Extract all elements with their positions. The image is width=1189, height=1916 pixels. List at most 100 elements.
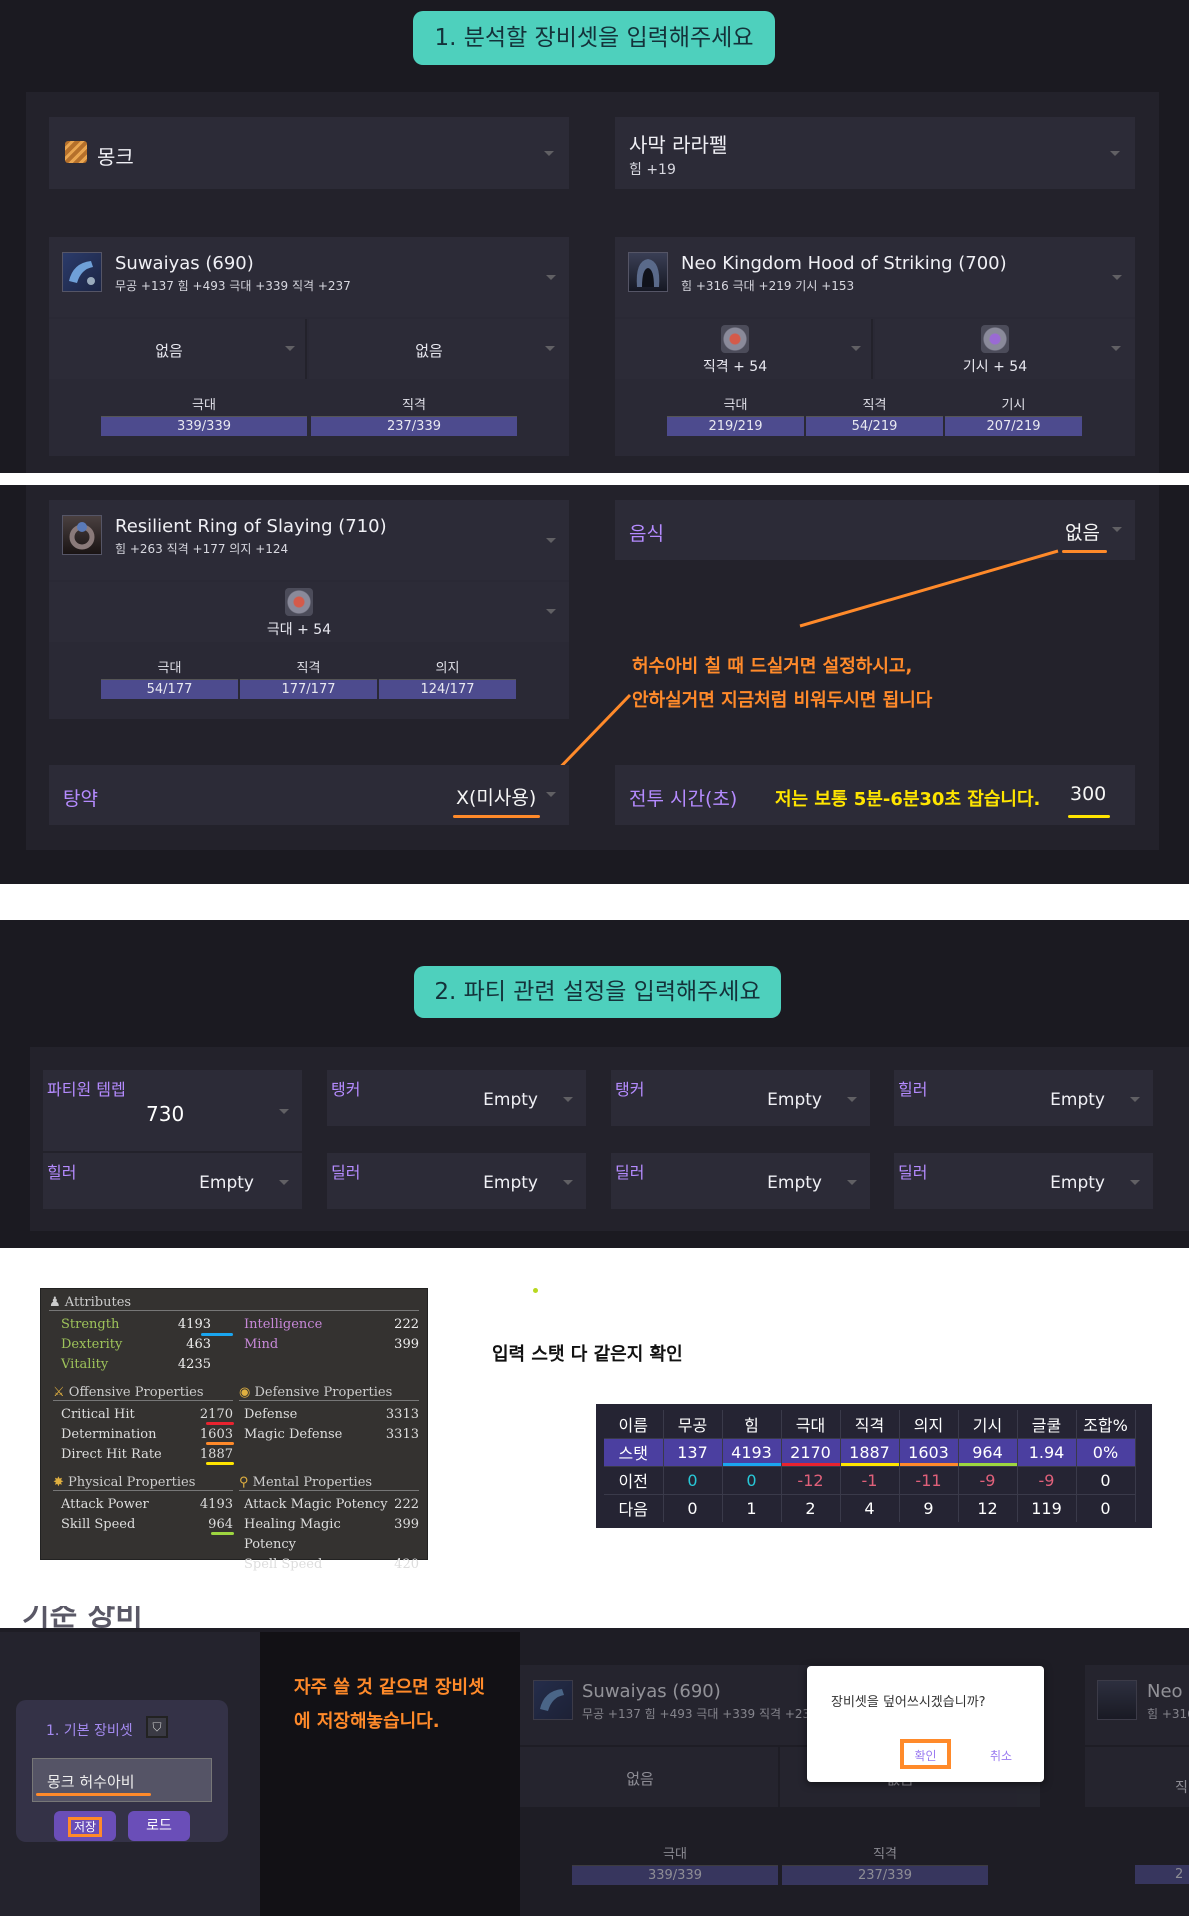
mental-header: ⚲ Mental Properties [239,1475,419,1491]
battle-time-field[interactable]: 전투 시간(초) 저는 보통 5분-6분30초 잡습니다. 300 [615,765,1135,825]
party-item-level-value: 730 [146,1102,185,1126]
table-cell: 119 [1017,1493,1077,1522]
party-slot-select[interactable]: 딜러 Empty [327,1153,586,1209]
potion-select[interactable]: 탕약 X(미사용) [49,765,569,825]
battle-time-label: 전투 시간(초) [629,788,738,810]
weapon-select[interactable]: Suwaiyas (690) 무공 +137 힘 +493 극대 +339 직격… [49,237,569,317]
chevron-down-icon [851,346,861,352]
offensive-header: ⚔ Offensive Properties [53,1385,233,1401]
table-cell: 0 [1076,1493,1136,1522]
fade-overlay [0,1628,1189,1632]
party-slot-value: Empty [767,1090,822,1110]
gear-set-title: 1. 기본 장비셋 [46,1723,133,1739]
materia-icon [981,325,1009,353]
head-name: Neo K [1147,1681,1189,1702]
stat-row: Defense 3313 [244,1407,419,1422]
stat-label: 극대 [572,1845,778,1866]
head-select[interactable]: Neo K 힘 +316 [1085,1665,1189,1745]
chevron-down-icon [847,1097,857,1103]
defensive-rows: Defense 3313 Magic Defense 3313 [244,1405,419,1445]
stat-cap-crit: 극대 219/219 [667,396,804,436]
save-button[interactable]: 저장 [54,1811,116,1841]
job-select[interactable]: 몽크 [49,117,569,189]
party-slot-select[interactable]: 힐러 Empty [43,1153,302,1209]
chevron-down-icon [847,1180,857,1186]
party-slot-select[interactable]: 딜러 Empty [611,1153,870,1209]
section4-note-area [260,1628,520,1916]
stat-row: Healing Magic Potency 399 [244,1517,419,1552]
head-name: Neo Kingdom Hood of Striking (700) [681,253,1007,274]
dialog-confirm-button[interactable]: 확인 [900,1739,951,1769]
meld-value: 직격 + 54 [702,359,768,375]
meld-slot-1[interactable]: 없음 [520,1747,778,1807]
table-cell: 이전 [604,1465,664,1494]
stat-cap-crit: 극대 339/339 [101,396,307,436]
stat-cap-dh: 직격 237/339 [782,1845,988,1885]
overwrite-dialog: 장비셋을 덮어쓰시겠습니까? 확인 취소 [807,1666,1044,1782]
table-cell: 1 [722,1493,782,1522]
dialog-message: 장비셋을 덮어쓰시겠습니까? [831,1695,986,1710]
attr-row: Dexterity 463 [61,1337,211,1352]
offensive-rows: Critical Hit 2170 Determination 1603 Direc… [61,1405,233,1465]
meld-slot-2[interactable]: 기시 + 54 [875,319,1135,379]
stat-label: 기시 [945,396,1082,417]
table-cell: 0 [1076,1465,1136,1494]
table-cell: -9 [1017,1465,1077,1494]
table-cell: 극대 [781,1410,841,1438]
head-select[interactable]: Neo Kingdom Hood of Striking (700) 힘 +31… [615,237,1135,317]
attributes-label: Attributes [64,1295,132,1310]
table-cell: 4 [840,1493,900,1522]
race-select[interactable]: 사막 라라펠 힘 +19 [615,117,1135,189]
table-cell: 힘 [722,1410,782,1438]
table-cell: 1887 [840,1437,900,1466]
chevron-down-icon [1130,1180,1140,1186]
defensive-header: ◉ Defensive Properties [239,1385,419,1401]
party-slot-select[interactable]: 탱커 Empty [327,1070,586,1126]
strength-underline [201,1333,233,1336]
table-cell: 다음 [604,1493,664,1522]
table-cell: 12 [958,1493,1018,1522]
physical-rows: Attack Power 4193 Skill Speed 964 [61,1495,233,1535]
meld-slot-1[interactable]: 직격 + 54 [615,319,873,379]
chevron-down-icon [545,346,555,352]
meld-slot[interactable]: 직 [1085,1747,1189,1807]
materia-icon [721,325,749,353]
stat-row: Spell Speed 420 [244,1557,419,1572]
stat-cap-sks: 기시 207/219 [945,396,1082,436]
party-slot-select[interactable]: 딜러 Empty [894,1153,1153,1209]
table-cell: 964 [958,1437,1018,1466]
table-cell: 1603 [899,1437,959,1466]
meld-value: 없음 [415,342,443,360]
gear-set-badge-icon: ⛉ [146,1716,168,1738]
attr-right: Intelligence 222 Mind 399 [244,1315,419,1355]
dialog-cancel-button[interactable]: 취소 [990,1747,1012,1764]
chevron-down-icon [546,275,556,281]
annotation-note-line1: 허수아비 칠 때 드실거면 설정하시고, [632,656,913,677]
table-cell: -1 [840,1465,900,1494]
meld-value: 기시 + 54 [962,359,1028,375]
job-name: 몽크 [97,145,134,169]
physical-header: ✸ Physical Properties [53,1475,233,1491]
party-slot-select[interactable]: 탱커 Empty [611,1070,870,1126]
meld-slot-1[interactable]: 없음 [49,319,307,379]
chevron-down-icon [1112,275,1122,281]
save-note-line1: 자주 쓸 것 같으면 장비셋 [294,1677,485,1698]
head-block-faded: Neo K 힘 +316 직 2 [1085,1665,1189,1905]
weapon-name: Suwaiyas (690) [582,1681,721,1702]
det-underline [206,1442,234,1445]
chevron-down-icon [1110,151,1120,157]
party-slot-value: Empty [483,1090,538,1110]
dialog-confirm-label: 확인 [914,1749,937,1763]
party-slot-select[interactable]: 힐러 Empty [894,1070,1153,1126]
table-cell: 0 [663,1493,723,1522]
weapon-block: Suwaiyas (690) 무공 +137 힘 +493 극대 +339 직격… [49,237,569,456]
table-cell: 스탯 [604,1437,664,1466]
meld-slot-2[interactable]: 없음 [309,319,569,379]
table-cell: 기시 [958,1410,1018,1438]
party-item-level-select[interactable]: 파티원 템렙 730 [43,1070,302,1151]
table-cell: 9 [899,1493,959,1522]
load-button[interactable]: 로드 [128,1811,190,1841]
stat-cap-crit: 극대 339/339 [572,1845,778,1885]
party-slot-role: 탱커 [615,1080,645,1099]
party-slot-value: Empty [483,1173,538,1193]
